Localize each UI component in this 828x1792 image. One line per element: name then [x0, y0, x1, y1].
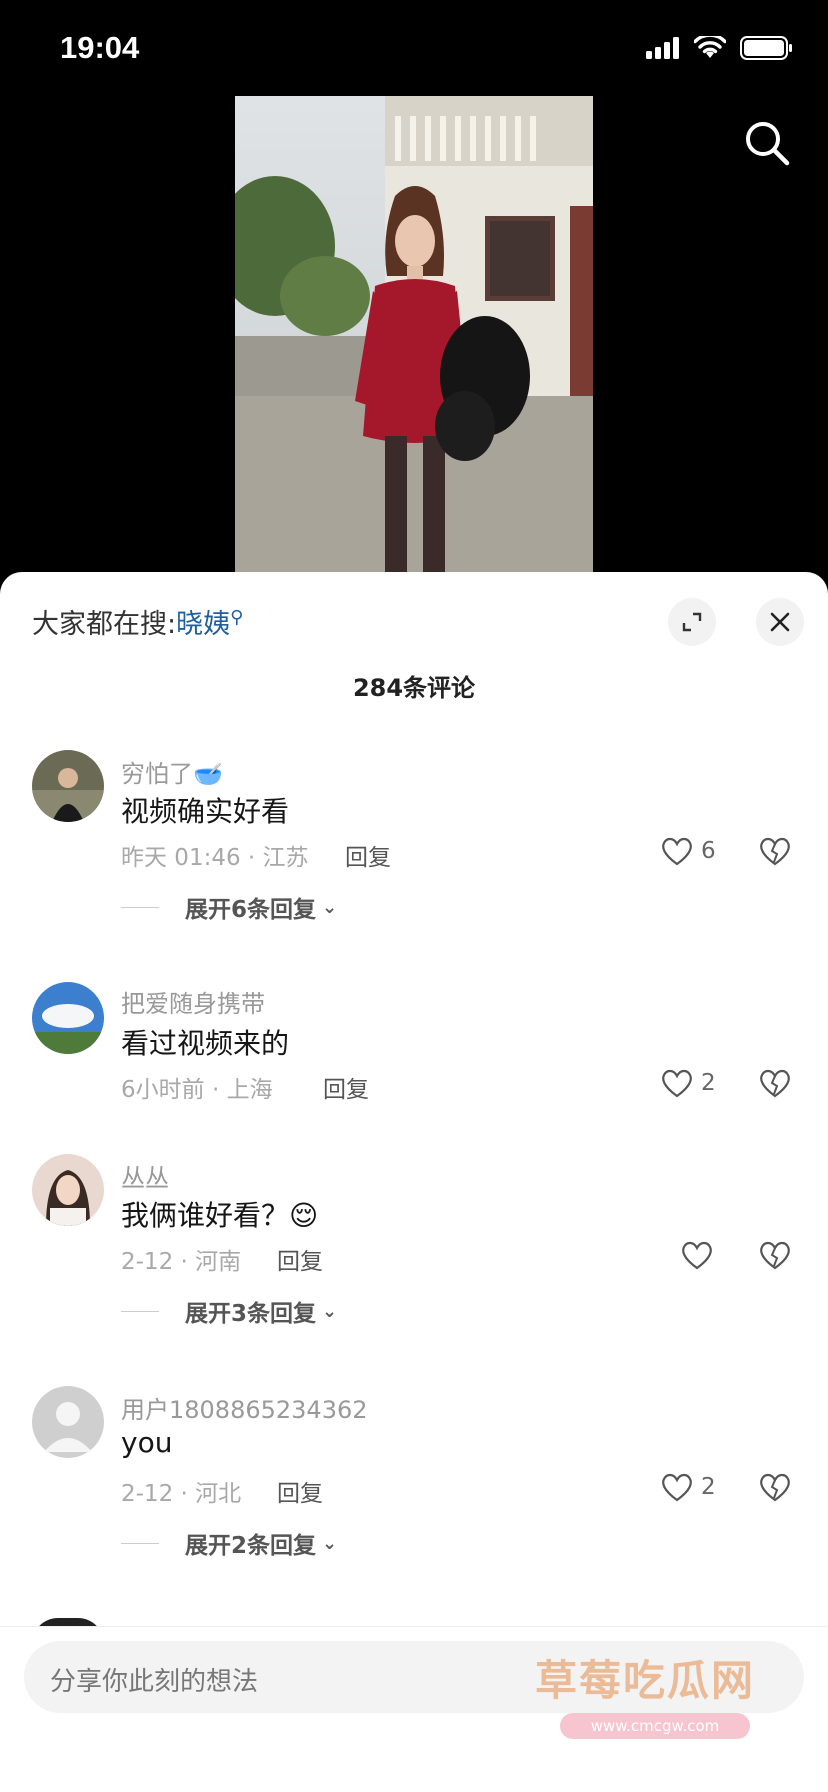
reply-button[interactable]: 回复 [345, 838, 391, 872]
small-search-icon: ⚲ [230, 607, 244, 628]
comment-text: 看过视频来的 [121, 1027, 290, 1060]
comment-text: you [121, 1426, 173, 1459]
search-icon [746, 122, 790, 166]
watermark-url: www.cmcgw.com [560, 1713, 750, 1739]
like-count: 2 [701, 1474, 716, 1500]
like-count: 6 [701, 838, 716, 864]
comment-meta: 昨天 01:46 · 江苏 [121, 845, 309, 871]
broken-heart-icon [760, 1241, 790, 1270]
status-icons [646, 36, 794, 60]
expand-icon [682, 612, 702, 632]
like-count: 2 [701, 1070, 716, 1096]
comment-text: 视频确实好看 [121, 795, 290, 828]
default-avatar-icon [32, 1386, 104, 1458]
chevron-down-icon: ⌄ [322, 1300, 338, 1322]
dislike-button[interactable] [759, 1472, 791, 1506]
expand-replies-label: 展开2条回复 [185, 1533, 317, 1559]
heart-icon [662, 837, 692, 866]
chevron-down-icon: ⌄ [322, 1532, 338, 1554]
divider-line [121, 906, 159, 908]
like-button[interactable]: 6 [661, 836, 716, 866]
comment-meta: 2-12 · 河南 [121, 1249, 242, 1275]
chevron-down-icon: ⌄ [322, 896, 338, 918]
comment-meta: 6小时前 · 上海 [121, 1077, 273, 1103]
comment-input-placeholder: 分享你此刻的想法 [50, 1667, 259, 1697]
comment-username[interactable]: 用户1808865234362 [121, 1390, 368, 1425]
like-button[interactable]: 2 [661, 1068, 716, 1098]
battery-icon [740, 36, 792, 60]
comments-count: 284条评论 [352, 674, 476, 702]
expand-replies[interactable]: 展开3条回复 ⌄ [121, 1294, 337, 1328]
divider-line [121, 1542, 159, 1544]
broken-heart-icon [760, 1473, 790, 1502]
close-button[interactable] [756, 598, 804, 646]
expand-replies[interactable]: 展开2条回复 ⌄ [121, 1526, 337, 1560]
comment-username[interactable]: 丛丛 [121, 1158, 169, 1193]
reply-button[interactable]: 回复 [277, 1474, 323, 1508]
dislike-button[interactable] [759, 1068, 791, 1102]
avatar[interactable] [32, 750, 104, 822]
expand-replies-label: 展开6条回复 [185, 897, 317, 923]
avatar[interactable] [32, 1386, 104, 1458]
expand-button[interactable] [668, 598, 716, 646]
close-icon [770, 612, 790, 632]
sheet-header: 大家都在搜:晓姨⚲ [0, 572, 828, 652]
hot-search[interactable]: 大家都在搜:晓姨⚲ [32, 602, 243, 641]
status-bar: 19:04 [0, 0, 828, 96]
status-time: 19:04 [60, 30, 140, 65]
hot-search-label: 大家都在搜: [32, 609, 177, 640]
broken-heart-icon [760, 837, 790, 866]
signal-icon [646, 37, 679, 59]
dislike-button[interactable] [759, 1240, 791, 1274]
heart-icon [662, 1069, 692, 1098]
divider-line [121, 1310, 159, 1312]
comment-meta: 2-12 · 河北 [121, 1481, 242, 1507]
reply-button[interactable]: 回复 [277, 1242, 323, 1276]
heart-icon [682, 1241, 712, 1270]
comment-text: 我俩谁好看？😌 [121, 1199, 319, 1232]
comment-input-bar: 分享你此刻的想法 草莓吃瓜网 www.cmcgw.com [0, 1626, 828, 1792]
expand-replies[interactable]: 展开6条回复 ⌄ [121, 890, 337, 924]
comment-sheet: 大家都在搜:晓姨⚲ 284条评论 穷怕了🥣 视频确实好看 昨天 01:46 · … [0, 572, 828, 1792]
reply-button[interactable]: 回复 [323, 1070, 369, 1104]
broken-heart-icon [760, 1069, 790, 1098]
hot-search-keyword[interactable]: 晓姨 [176, 609, 230, 640]
dislike-button[interactable] [759, 836, 791, 870]
wifi-icon [694, 36, 726, 58]
expand-replies-label: 展开3条回复 [185, 1301, 317, 1327]
search-button[interactable] [740, 116, 796, 172]
comment-username[interactable]: 穷怕了🥣 [121, 754, 223, 789]
like-button[interactable] [681, 1240, 721, 1270]
watermark-logo: 草莓吃瓜网 [535, 1656, 756, 1705]
like-button[interactable]: 2 [661, 1472, 716, 1502]
video-thumbnail [235, 96, 593, 572]
video-player[interactable] [0, 96, 828, 572]
avatar[interactable] [32, 982, 104, 1054]
avatar[interactable] [32, 1154, 104, 1226]
video-frame[interactable] [235, 96, 593, 572]
heart-icon [662, 1473, 692, 1502]
comment-username[interactable]: 把爱随身携带 [121, 984, 265, 1019]
